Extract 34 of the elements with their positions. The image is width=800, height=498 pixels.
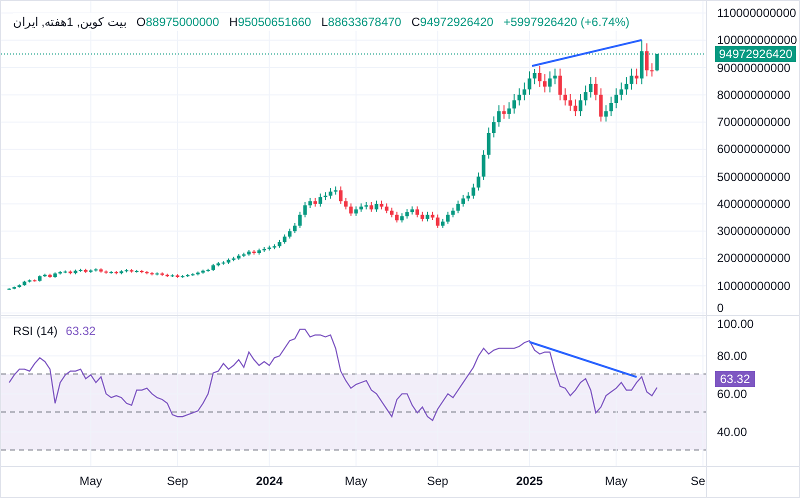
axis-tick-label: 60000000000 — [717, 143, 790, 156]
time-axis-label: Sep — [166, 475, 188, 487]
axis-tick-label: 100000000000 — [717, 34, 798, 46]
axis-tick-label: 30000000000 — [717, 225, 790, 238]
axis-tick-label: 60.00 — [717, 388, 748, 400]
time-axis-label: May — [344, 475, 368, 487]
axis-tick-label: 50000000000 — [717, 170, 790, 183]
time-axis-label: May — [604, 475, 628, 487]
ohlc-value: L88633678470 — [321, 14, 402, 31]
axis-tick-label: 40000000000 — [717, 198, 790, 210]
axis-tick-label: 40.00 — [717, 426, 748, 438]
axis-tick-label: 110000000000 — [717, 7, 796, 19]
time-axis-label: May — [79, 475, 102, 487]
axis-tick-label: 70000000000 — [717, 116, 790, 128]
last-price-badge: 94972926420 — [715, 46, 796, 62]
axis-tick-label: 10000000000 — [717, 280, 790, 292]
symbol-title: بیت کوین, 1هفته, ایران — [13, 14, 126, 31]
axis-tick-label: 80.00 — [717, 350, 748, 362]
indicator-title: RSI (14) — [13, 323, 58, 340]
ohlc-value: H95050651660 — [229, 14, 312, 31]
axis-tick-label: 80000000000 — [717, 88, 790, 101]
time-axis-label: 2024 — [256, 475, 283, 487]
axis-tick-label: 20000000000 — [717, 252, 790, 264]
axis-tick-label: 0 — [717, 302, 724, 314]
change-value: +5997926420 (+6.74%) — [503, 14, 630, 31]
indicator-reading: 63.32 — [66, 323, 96, 340]
ohlc-value: C94972926420 — [411, 14, 494, 31]
axis-tick-label: 90000000000 — [717, 62, 790, 74]
axis-tick-label: 100.00 — [717, 318, 754, 330]
rsi-value-badge: 63.32 — [715, 370, 756, 387]
time-axis-label: Se — [690, 475, 706, 487]
ohlc-value: O88975000000 — [136, 14, 220, 31]
time-axis-label: 2025 — [516, 475, 543, 487]
time-axis-label: Sep — [426, 475, 448, 487]
